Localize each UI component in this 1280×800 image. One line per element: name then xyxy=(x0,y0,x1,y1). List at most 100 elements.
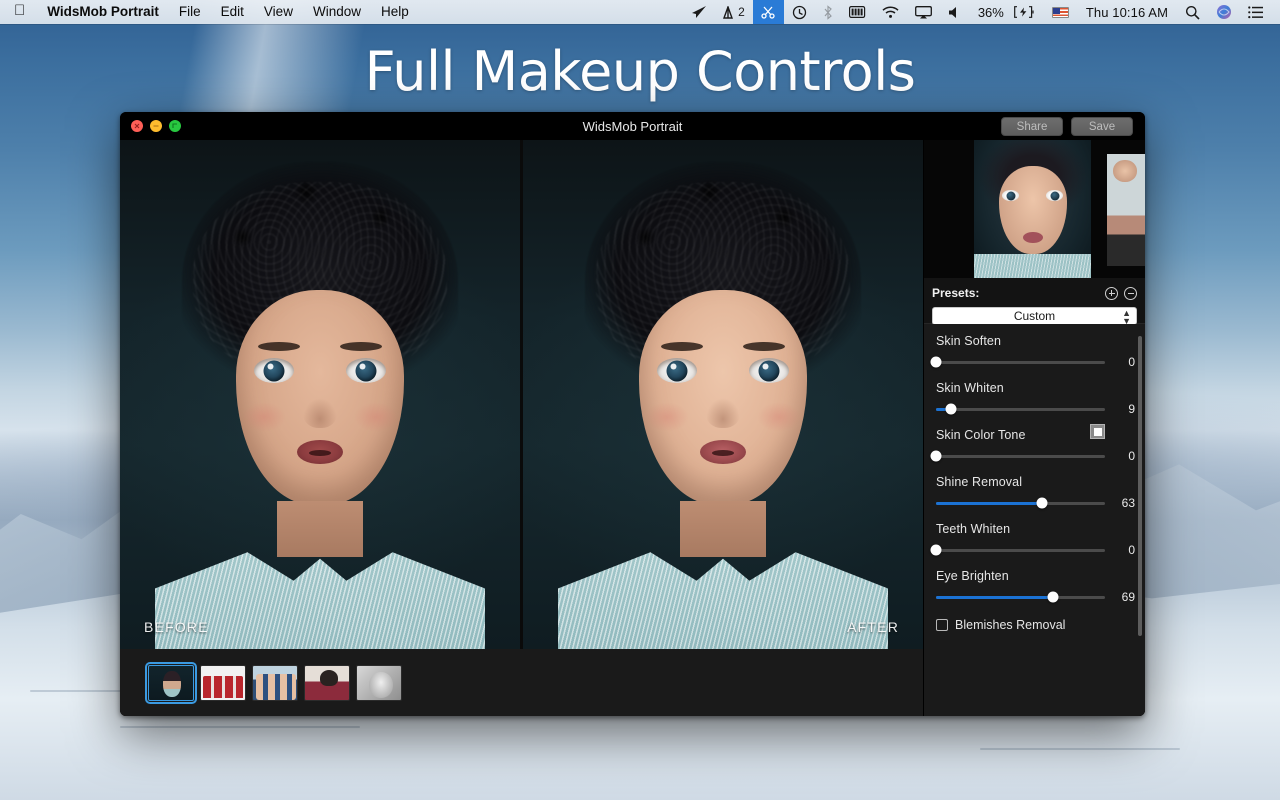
preview-eye-right xyxy=(1046,190,1063,201)
slider-group-skin-whiten: Skin Whiten 9 xyxy=(936,381,1135,416)
plus-circle-icon[interactable] xyxy=(1105,287,1118,300)
input-source-flag-icon[interactable] xyxy=(1044,0,1077,24)
preview-strip[interactable] xyxy=(924,140,1145,278)
slider-label: Shine Removal xyxy=(936,475,1135,489)
slider-label: Teeth Whiten xyxy=(936,522,1135,536)
eyebrow-left xyxy=(661,342,703,351)
cheek-left xyxy=(645,402,689,432)
slider-track-eye-brighten[interactable] xyxy=(936,596,1105,599)
face xyxy=(236,290,404,505)
external-battery-icon[interactable] xyxy=(841,0,874,24)
presets-label: Presets: xyxy=(932,286,979,300)
before-label: BEFORE xyxy=(144,619,209,635)
mac-menu-bar:  WidsMob Portrait File Edit View Window… xyxy=(0,0,1280,24)
menu-edit[interactable]: Edit xyxy=(211,0,254,24)
page-headline: Full Makeup Controls xyxy=(0,40,1280,103)
slider-label: Skin Color Tone xyxy=(936,428,1135,442)
cheek-left xyxy=(242,402,286,432)
thumb-family-group[interactable] xyxy=(200,665,246,701)
chevron-updown-icon: ▲▼ xyxy=(1122,309,1131,325)
mouth xyxy=(700,440,746,464)
panel-scrollbar[interactable] xyxy=(1138,336,1142,636)
face xyxy=(639,290,807,505)
slider-value: 9 xyxy=(1113,402,1135,416)
after-portrait-image xyxy=(523,140,923,649)
siri-icon[interactable] xyxy=(1208,0,1240,24)
slider-group-eye-brighten: Eye Brighten 69 xyxy=(936,569,1135,604)
window-titlebar[interactable]: WidsMob Portrait Share Save xyxy=(120,112,1145,140)
slider-track-skin-soften[interactable] xyxy=(936,361,1105,364)
snow-contour xyxy=(120,726,360,728)
after-image-pane[interactable]: AFTER xyxy=(523,140,923,649)
window-body: BEFORE xyxy=(120,140,1145,716)
blemishes-removal-checkbox[interactable] xyxy=(936,619,948,631)
blemishes-removal-row[interactable]: Blemishes Removal xyxy=(936,616,1135,632)
slider-track-skin-color-tone[interactable] xyxy=(936,455,1105,458)
nose xyxy=(706,398,740,428)
menu-help[interactable]: Help xyxy=(371,0,419,24)
slider-value: 0 xyxy=(1113,543,1135,557)
menu-view[interactable]: View xyxy=(254,0,303,24)
minimize-button[interactable] xyxy=(150,120,162,132)
battery-percentage[interactable]: 36% xyxy=(970,5,1006,20)
neck xyxy=(680,501,766,557)
presets-header-row: Presets: xyxy=(932,284,1137,302)
thumb-friends-group[interactable] xyxy=(252,665,298,701)
menu-app-name[interactable]: WidsMob Portrait xyxy=(37,0,169,24)
after-label: AFTER xyxy=(847,619,899,635)
menu-window[interactable]: Window xyxy=(303,0,371,24)
nose xyxy=(303,398,337,428)
close-button[interactable] xyxy=(131,120,143,132)
before-after-viewer[interactable]: BEFORE xyxy=(120,140,923,649)
window-action-buttons: Share Save xyxy=(1001,117,1145,136)
thumb-einstein-bw[interactable] xyxy=(356,665,402,701)
before-portrait-image xyxy=(120,140,520,649)
preview-current-image[interactable] xyxy=(974,140,1091,278)
telegram-icon[interactable] xyxy=(684,0,715,24)
volume-icon[interactable] xyxy=(940,0,970,24)
time-machine-icon[interactable] xyxy=(784,0,815,24)
menu-bar-clock[interactable]: Thu 10:16 AM xyxy=(1077,5,1177,20)
slider-group-shine-removal: Shine Removal 63 xyxy=(936,475,1135,510)
control-center-list-icon[interactable] xyxy=(1240,0,1272,24)
slider-value: 0 xyxy=(1113,355,1135,369)
slider-label: Skin Soften xyxy=(936,334,1135,348)
scissors-icon[interactable] xyxy=(753,0,784,24)
search-icon[interactable] xyxy=(1177,0,1208,24)
bluetooth-icon[interactable] xyxy=(815,0,841,24)
presets-buttons xyxy=(1105,287,1137,300)
wifi-icon[interactable] xyxy=(874,0,907,24)
minus-circle-icon[interactable] xyxy=(1124,287,1137,300)
preset-dropdown[interactable]: Custom ▲▼ xyxy=(932,307,1137,325)
menu-file[interactable]: File xyxy=(169,0,211,24)
neck xyxy=(277,501,363,557)
slider-track-skin-whiten[interactable] xyxy=(936,408,1105,411)
adjustments-panel: Presets: Custom ▲▼ Skin Soften xyxy=(923,140,1145,716)
image-filmstrip[interactable] xyxy=(120,649,923,716)
battery-charging-icon[interactable] xyxy=(1006,0,1044,24)
application-window: WidsMob Portrait Share Save xyxy=(120,112,1145,716)
thumb-woman-hat[interactable] xyxy=(304,665,350,701)
color-swatch-icon[interactable] xyxy=(1090,424,1105,439)
slider-track-teeth-whiten[interactable] xyxy=(936,549,1105,552)
eyebrow-right xyxy=(340,342,382,351)
presets-section: Presets: Custom ▲▼ xyxy=(924,278,1145,324)
mouth xyxy=(297,440,343,464)
eye-right xyxy=(749,358,789,383)
preview-next-image[interactable] xyxy=(1107,154,1145,266)
apple-logo-icon[interactable]:  xyxy=(0,0,37,24)
slider-track-shine-removal[interactable] xyxy=(936,502,1105,505)
before-image-pane[interactable]: BEFORE xyxy=(120,140,520,649)
share-button[interactable]: Share xyxy=(1001,117,1063,136)
eye-right xyxy=(346,358,386,383)
slider-label: Eye Brighten xyxy=(936,569,1135,583)
save-button[interactable]: Save xyxy=(1071,117,1133,136)
window-title: WidsMob Portrait xyxy=(120,119,1145,134)
thumb-toddler-portrait[interactable] xyxy=(148,665,194,701)
shadowsocks-icon[interactable]: 2 xyxy=(715,0,753,24)
shadowsocks-badge: 2 xyxy=(738,5,745,19)
cheek-right xyxy=(757,402,801,432)
airplay-icon[interactable] xyxy=(907,0,940,24)
slider-value: 69 xyxy=(1113,590,1135,604)
zoom-button[interactable] xyxy=(169,120,181,132)
